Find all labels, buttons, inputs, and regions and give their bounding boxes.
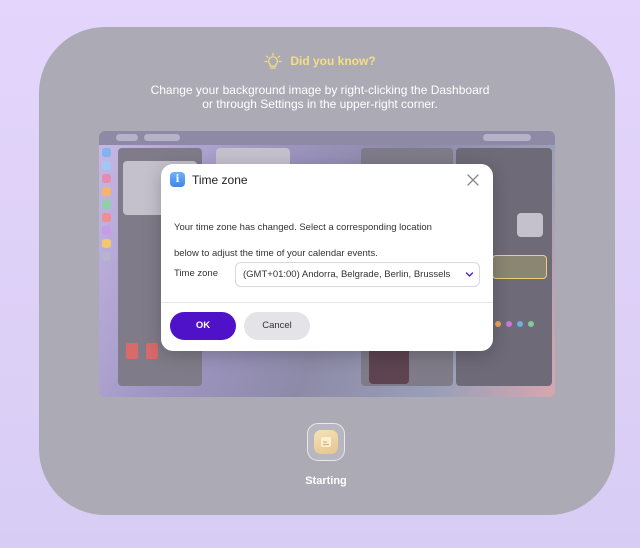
dialog-message-line1: Your time zone has changed. Select a cor… [174,222,432,233]
preview-block [126,343,138,359]
app-logo-inner [314,430,338,454]
dialog-title: Time zone [192,172,248,187]
preview-pill [144,134,180,141]
cancel-button[interactable]: Cancel [244,312,310,340]
timezone-dialog: i Time zone Your time zone has changed. … [161,164,493,351]
app-logo-icon [307,423,345,461]
preview-card [517,213,543,237]
timezone-label: Time zone [174,268,218,279]
preview-block [146,343,158,359]
tip-heading: Did you know? [0,52,640,70]
tip-text-line1: Change your background image by right-cl… [150,83,490,97]
preview-dot [517,321,523,327]
timezone-select-value: (GMT+01:00) Andorra, Belgrade, Berlin, B… [243,269,451,280]
dialog-message: Your time zone has changed. Select a cor… [174,215,480,267]
preview-dot [495,321,501,327]
info-icon: i [170,172,185,187]
preview-dot [506,321,512,327]
dialog-title-bar: i Time zone [170,172,248,187]
preview-pill [483,134,531,141]
status-label: Starting [305,475,347,487]
close-icon[interactable] [466,173,480,187]
preview-dot [528,321,534,327]
lightbulb-icon [264,52,282,70]
tip-text-line2: or through Settings in the upper-right c… [202,97,438,111]
preview-pill [116,134,138,141]
ok-button[interactable]: OK [170,312,236,340]
dialog-divider [161,302,493,303]
preview-dock [101,148,113,261]
tip-heading-text: Did you know? [290,54,376,68]
tip-text: Change your background image by right-cl… [0,83,640,111]
timezone-select[interactable]: (GMT+01:00) Andorra, Belgrade, Berlin, B… [235,262,480,287]
chevron-down-icon [465,272,474,277]
preview-card [492,255,547,279]
